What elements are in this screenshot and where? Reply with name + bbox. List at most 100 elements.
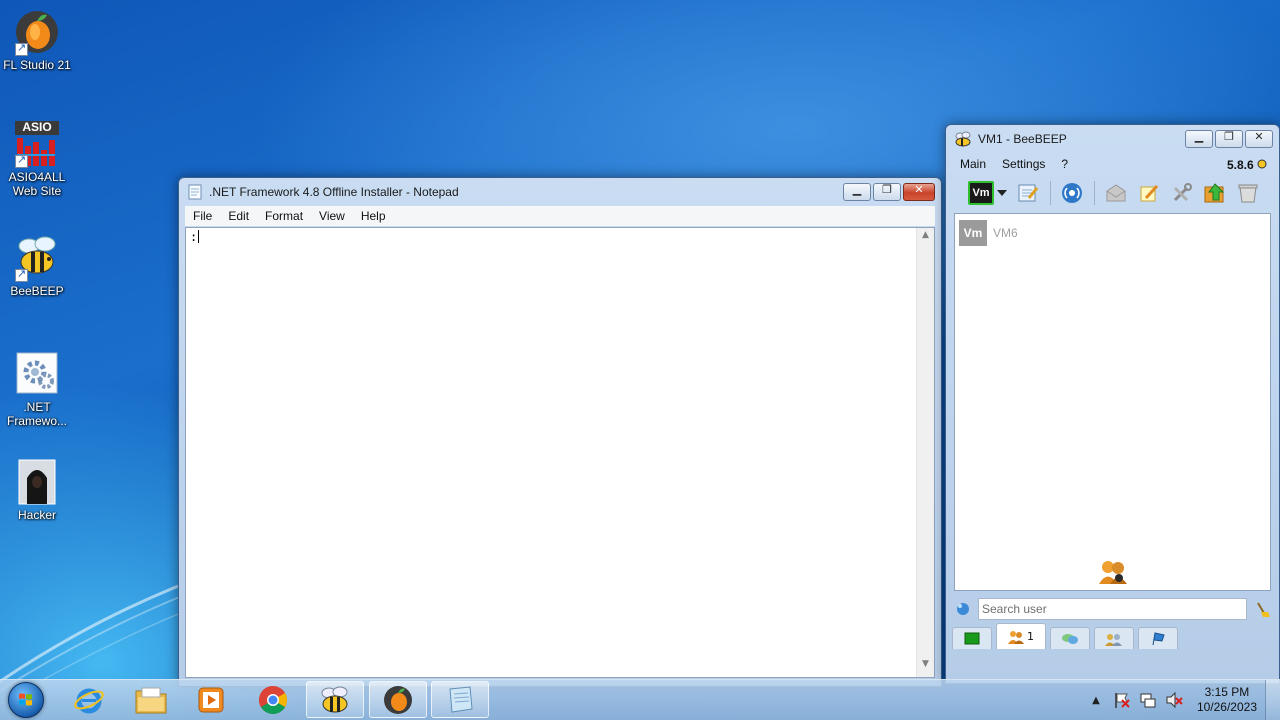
asio4all-icon: ASIO <box>13 120 61 168</box>
desktop-icon-hacker[interactable]: Hacker <box>2 458 72 522</box>
network-status-icon[interactable] <box>1139 691 1157 709</box>
close-button[interactable]: ✕ <box>903 183 935 201</box>
profile-button[interactable]: Vm <box>968 180 994 206</box>
menu-view[interactable]: View <box>311 209 353 223</box>
taskbar-fl-studio-button[interactable] <box>369 681 427 718</box>
taskbar-media-player-button[interactable] <box>182 681 240 718</box>
media-player-icon <box>198 687 224 712</box>
menu-main[interactable]: Main <box>952 157 994 171</box>
minimize-button[interactable]: ▁ <box>1185 130 1213 148</box>
maximize-button[interactable]: ❐ <box>1215 130 1243 148</box>
search-input[interactable] <box>978 598 1247 620</box>
tab-home[interactable] <box>952 627 992 649</box>
toolbar-separator <box>1094 181 1095 205</box>
folder-arrow-icon <box>1204 183 1225 203</box>
volume-muted-icon[interactable] <box>1165 691 1183 709</box>
taskbar-notepad-button[interactable] <box>431 681 489 718</box>
tools-icon <box>1173 183 1192 202</box>
user-list-item[interactable]: Vm VM6 <box>959 220 1018 246</box>
trash-button[interactable] <box>1235 180 1261 206</box>
fl-studio-icon <box>13 8 61 56</box>
menu-edit[interactable]: Edit <box>220 209 257 223</box>
action-center-flag-icon[interactable] <box>1113 691 1131 709</box>
notepad-titlebar[interactable]: .NET Framework 4.8 Offline Installer - N… <box>179 178 941 206</box>
search-row <box>954 595 1271 623</box>
clear-broom-icon[interactable] <box>1253 600 1271 618</box>
vertical-scrollbar[interactable]: ▲ ▼ <box>916 228 934 677</box>
shortcut-arrow-icon <box>15 153 28 168</box>
bee-icon <box>321 686 348 712</box>
desktop-icon-label: ASIO4ALL Web Site <box>8 170 66 198</box>
users-count: 1 <box>1027 630 1034 643</box>
notepad-text-area[interactable]: : ▲ ▼ <box>185 227 935 678</box>
tools-button[interactable] <box>1169 180 1195 206</box>
taskbar-ie-button[interactable] <box>60 681 118 718</box>
show-desktop-button[interactable] <box>1265 680 1280 720</box>
tab-groups[interactable] <box>1094 627 1134 649</box>
tab-users[interactable]: 1 <box>996 623 1046 649</box>
maximize-button[interactable]: ❐ <box>873 183 901 201</box>
taskbar-explorer-button[interactable] <box>122 681 180 718</box>
people-icon <box>1097 559 1129 588</box>
broadcast-icon <box>1062 183 1082 203</box>
toolbar-separator <box>1050 181 1051 205</box>
hacker-image-icon <box>13 458 61 506</box>
notes-edit-icon <box>1018 184 1039 202</box>
users-icon <box>1008 630 1024 644</box>
taskbar-chrome-button[interactable] <box>244 681 302 718</box>
menu-help[interactable]: Help <box>353 209 394 223</box>
home-screen-icon <box>964 632 980 644</box>
scroll-down-arrow-icon[interactable]: ▼ <box>917 659 934 675</box>
version-number: 5.8.6 <box>1226 158 1254 172</box>
profile-dropdown-arrow-icon[interactable] <box>997 190 1007 196</box>
desktop-icon-beebeep[interactable]: BeeBEEP <box>2 234 72 298</box>
start-button[interactable] <box>4 681 48 719</box>
notepad-window[interactable]: .NET Framework 4.8 Offline Installer - N… <box>178 177 942 687</box>
beebeep-titlebar[interactable]: VM1 - BeeBEEP ▁ ❐ ✕ <box>946 125 1279 153</box>
restore-icon: ❐ <box>1224 130 1234 143</box>
desktop-icon-fl-studio[interactable]: FL Studio 21 <box>2 8 72 72</box>
folder-icon <box>135 687 167 713</box>
write-note-button[interactable] <box>1136 180 1162 206</box>
bee-icon <box>13 234 61 282</box>
editor-content: : <box>190 230 200 244</box>
edit-profile-button[interactable] <box>1015 180 1041 206</box>
files-button[interactable] <box>1202 180 1228 206</box>
menu-settings[interactable]: Settings <box>994 157 1053 171</box>
minimize-icon: ▁ <box>852 183 862 196</box>
scroll-up-arrow-icon[interactable]: ▲ <box>917 230 934 246</box>
beebeep-toolbar: Vm <box>952 175 1273 211</box>
show-hidden-icons-arrow-icon[interactable]: ▲ <box>1087 691 1105 709</box>
tab-shares[interactable] <box>1138 627 1178 649</box>
text-caret <box>198 230 200 243</box>
send-message-button[interactable] <box>1103 180 1129 206</box>
close-icon: ✕ <box>914 183 924 196</box>
menu-file[interactable]: File <box>185 209 220 223</box>
beebeep-window[interactable]: VM1 - BeeBEEP ▁ ❐ ✕ Main Settings ? 5.8.… <box>945 124 1280 684</box>
menu-help[interactable]: ? <box>1053 157 1076 171</box>
taskbar-beebeep-button[interactable] <box>306 681 364 718</box>
minimize-button[interactable]: ▁ <box>843 183 871 201</box>
desktop-icon-asio4all[interactable]: ASIO ASIO4ALL Web Site <box>2 120 72 198</box>
share-flag-icon <box>1152 631 1165 645</box>
group-icon <box>1105 633 1122 646</box>
system-clock[interactable]: 3:15 PM 10/26/2023 <box>1197 685 1257 715</box>
user-list[interactable]: Vm VM6 <box>954 213 1271 591</box>
menu-format[interactable]: Format <box>257 209 311 223</box>
desktop-icon-dotnet-installer[interactable]: .NET Framewo... <box>2 350 72 428</box>
asio-logo-text: ASIO <box>22 120 52 134</box>
beebeep-title: VM1 - BeeBEEP <box>978 132 1067 146</box>
shortcut-arrow-icon <box>15 267 28 282</box>
close-button[interactable]: ✕ <box>1245 130 1273 148</box>
envelope-icon <box>1106 184 1126 202</box>
restore-icon: ❐ <box>882 183 892 196</box>
notepad-title: .NET Framework 4.8 Offline Installer - N… <box>209 185 459 199</box>
tab-chats[interactable] <box>1050 627 1090 649</box>
chat-bubbles-icon <box>1062 633 1078 644</box>
view-tabs: 1 <box>952 623 1273 649</box>
user-name: VM6 <box>993 226 1018 240</box>
desktop-icon-label: Hacker <box>17 508 56 522</box>
pencil-icon <box>1140 184 1159 202</box>
search-options-icon[interactable] <box>954 600 972 618</box>
network-button[interactable] <box>1059 180 1085 206</box>
